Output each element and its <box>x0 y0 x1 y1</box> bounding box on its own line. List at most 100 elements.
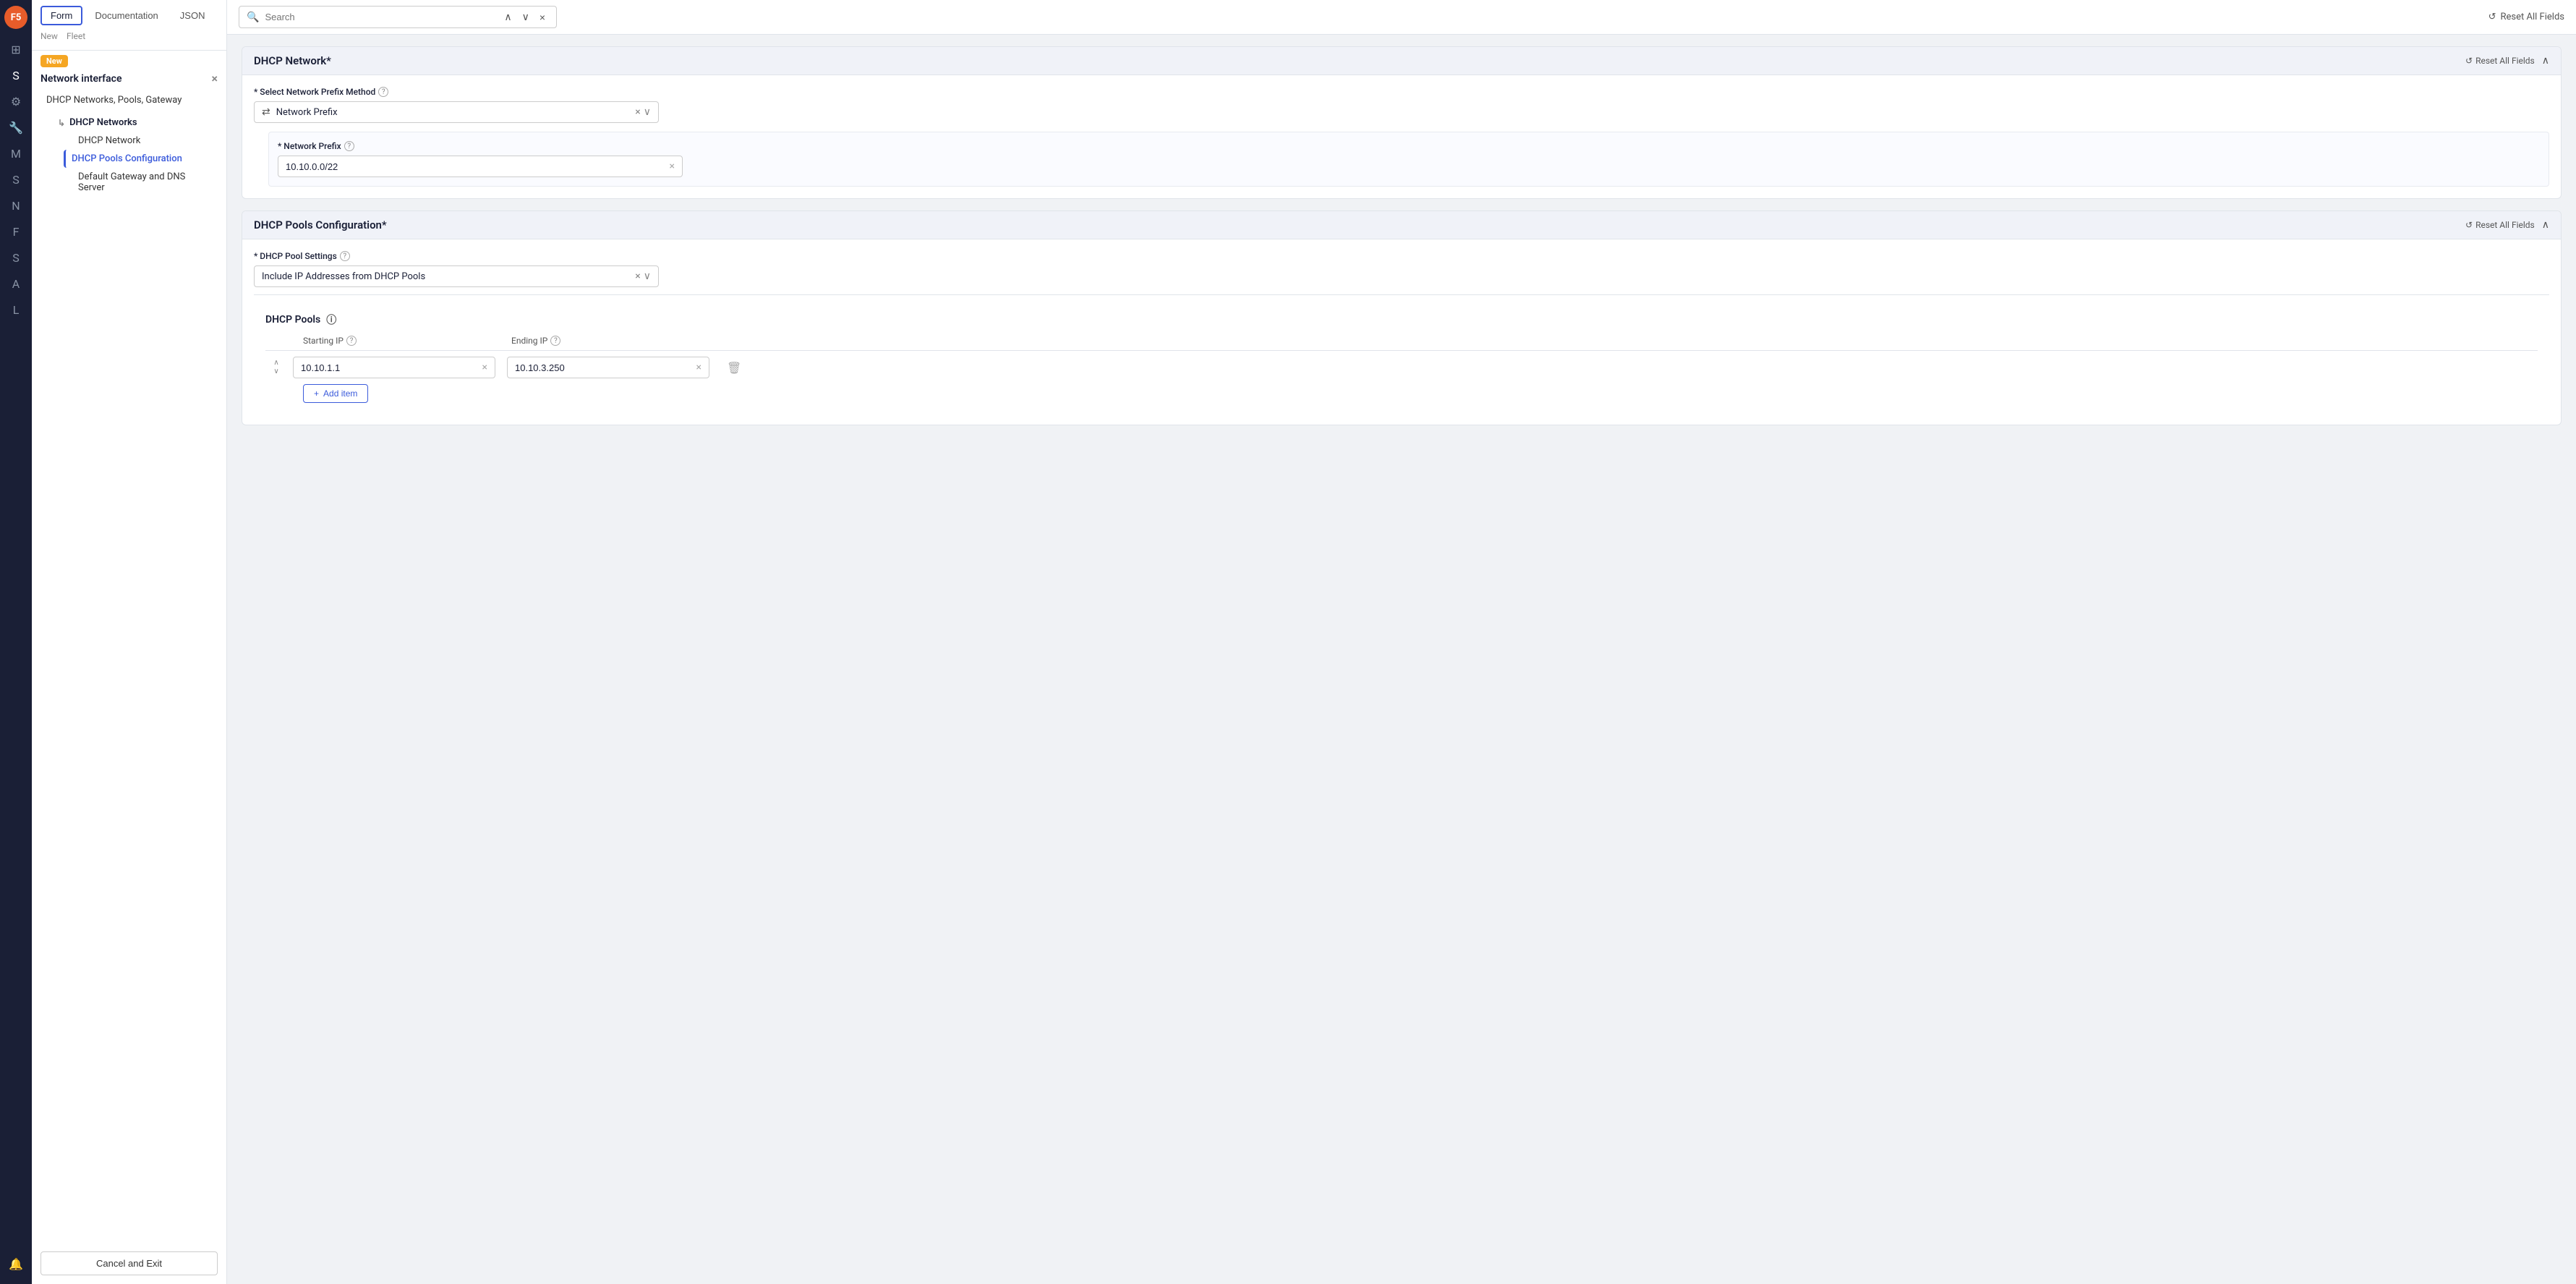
network-prefix-input[interactable]: × <box>278 156 683 177</box>
add-item-button[interactable]: + Add item <box>303 384 368 403</box>
nav-icon-settings[interactable]: ⚙ <box>4 90 27 113</box>
starting-ip-field[interactable] <box>301 362 482 373</box>
ending-ip-col-header: Ending IP ? <box>511 336 714 346</box>
dhcp-pool-settings-help-icon[interactable]: ? <box>340 251 350 261</box>
nav-icon-a[interactable]: A <box>4 272 27 295</box>
dhcp-pools-reset-button[interactable]: ↺ Reset All Fields <box>2465 220 2535 230</box>
reset-icon: ↺ <box>2488 12 2496 22</box>
nav-item-dhcp-networks-header[interactable]: ↳ DHCP Networks <box>52 114 218 132</box>
nav-item-dhcp-networks-pools[interactable]: DHCP Networks, Pools, Gateway <box>40 91 218 109</box>
dhcp-network-card-header: DHCP Network* ↺ Reset All Fields ∧ <box>242 47 2561 75</box>
nav-icon-l[interactable]: L <box>4 298 27 321</box>
arrow-icon: ↳ <box>58 118 65 128</box>
clear-pool-settings-button[interactable]: × <box>635 271 640 282</box>
clear-ending-ip-button[interactable]: × <box>696 362 701 373</box>
pools-section: DHCP Pools ⓘ Starting IP ? Ending IP ? <box>254 302 2549 413</box>
search-icon: 🔍 <box>247 12 259 23</box>
pools-help-icon[interactable]: ⓘ <box>326 313 336 327</box>
scroll-area: DHCP Network* ↺ Reset All Fields ∧ * Sel… <box>227 35 2576 1284</box>
nav-item-dhcp-pools-config[interactable]: DHCP Pools Configuration <box>64 150 218 168</box>
table-row: ∧ ∨ × × 🗑 <box>265 357 2538 378</box>
nav-icon-s[interactable]: S <box>4 64 27 87</box>
row-arrows: ∧ ∨ <box>265 359 287 376</box>
reset-icon-card2: ↺ <box>2465 220 2473 230</box>
panel-title: Network interface × <box>40 72 218 85</box>
clear-starting-ip-button[interactable]: × <box>482 362 487 373</box>
nav-sub-items: DHCP Network DHCP Pools Configuration De… <box>52 132 218 197</box>
select-network-prefix-label: * Select Network Prefix Method ? <box>254 87 2549 97</box>
grid-icon[interactable]: ⊞ <box>4 38 27 61</box>
tab-row: Form Documentation JSON <box>40 6 218 25</box>
dhcp-network-card: DHCP Network* ↺ Reset All Fields ∧ * Sel… <box>242 46 2562 199</box>
nav-icon-n[interactable]: N <box>4 194 27 217</box>
search-up-button[interactable]: ∧ <box>500 9 515 25</box>
nav-icon-bell[interactable]: 🔔 <box>4 1252 27 1275</box>
close-panel-button[interactable]: × <box>212 72 218 85</box>
divider <box>254 294 2549 295</box>
nav-icon-f[interactable]: F <box>4 220 27 243</box>
ending-ip-help-icon[interactable]: ? <box>550 336 560 346</box>
reset-all-fields-top[interactable]: ↺ Reset All Fields <box>2488 12 2564 22</box>
nav-section: New Network interface × DHCP Networks, P… <box>32 51 226 201</box>
starting-ip-input[interactable]: × <box>293 357 495 378</box>
left-panel: Form Documentation JSON New Fleet New Ne… <box>32 0 227 1284</box>
network-prefix-method-controls: × ∨ <box>635 106 651 118</box>
row-down-arrow[interactable]: ∨ <box>273 367 278 376</box>
dhcp-pools-config-title: DHCP Pools Configuration* <box>254 218 387 231</box>
network-prefix-method-select[interactable]: ⇄ Network Prefix × ∨ <box>254 101 659 123</box>
dhcp-pools-header-right: ↺ Reset All Fields ∧ <box>2465 219 2549 231</box>
new-badge: New <box>40 55 68 67</box>
dhcp-network-header-right: ↺ Reset All Fields ∧ <box>2465 55 2549 67</box>
dhcp-pools-card-body: * DHCP Pool Settings ? Include IP Addres… <box>242 239 2561 425</box>
expand-method-button[interactable]: ∨ <box>644 106 651 118</box>
ending-ip-input[interactable]: × <box>507 357 709 378</box>
search-input[interactable] <box>265 12 495 22</box>
delete-row-button[interactable]: 🗑 <box>727 361 741 375</box>
dhcp-pool-settings-select[interactable]: Include IP Addresses from DHCP Pools × ∨ <box>254 265 659 287</box>
nav-icon-s2[interactable]: S <box>4 168 27 191</box>
select-method-help-icon[interactable]: ? <box>378 87 388 97</box>
nav-item-default-gateway[interactable]: Default Gateway and DNS Server <box>64 168 218 197</box>
dhcp-pool-settings-controls: × ∨ <box>635 271 651 282</box>
dhcp-network-card-body: * Select Network Prefix Method ? ⇄ Netwo… <box>242 75 2561 198</box>
add-item-icon: + <box>314 388 319 399</box>
nav-icon-m[interactable]: M <box>4 142 27 165</box>
dhcp-pools-card-header: DHCP Pools Configuration* ↺ Reset All Fi… <box>242 211 2561 239</box>
dhcp-pool-settings-value: Include IP Addresses from DHCP Pools <box>262 271 635 282</box>
dhcp-network-collapse-button[interactable]: ∧ <box>2542 55 2549 67</box>
main-content: 🔍 ∧ ∨ × ↺ Reset All Fields DHCP Network*… <box>227 0 2576 1284</box>
pools-table-header: Starting IP ? Ending IP ? <box>265 336 2538 351</box>
row-up-arrow[interactable]: ∧ <box>273 359 278 367</box>
dhcp-pool-settings-label: * DHCP Pool Settings ? <box>254 251 2549 261</box>
expand-pool-settings-button[interactable]: ∨ <box>644 271 651 282</box>
search-close-button[interactable]: × <box>536 10 549 25</box>
tab-json[interactable]: JSON <box>171 7 215 25</box>
network-prefix-sub-section: * Network Prefix ? × <box>268 132 2549 187</box>
search-bar[interactable]: 🔍 ∧ ∨ × <box>239 6 557 28</box>
starting-ip-help-icon[interactable]: ? <box>346 336 357 346</box>
dhcp-network-reset-button[interactable]: ↺ Reset All Fields <box>2465 56 2535 66</box>
network-prefix-method-value: ⇄ Network Prefix <box>262 106 635 118</box>
search-nav: ∧ ∨ × <box>500 9 549 25</box>
nav-indent-dhcp: ↳ DHCP Networks DHCP Network DHCP Pools … <box>40 114 218 197</box>
clear-network-prefix-button[interactable]: × <box>670 161 675 172</box>
top-bar: 🔍 ∧ ∨ × ↺ Reset All Fields <box>227 0 2576 35</box>
dhcp-pools-collapse-button[interactable]: ∧ <box>2542 219 2549 231</box>
network-prefix-field-label: * Network Prefix ? <box>278 141 2540 151</box>
search-down-button[interactable]: ∨ <box>519 9 533 25</box>
network-prefix-text-field[interactable] <box>286 161 670 172</box>
left-panel-top: Form Documentation JSON New Fleet <box>32 0 226 51</box>
breadcrumb-new: New <box>40 31 58 41</box>
network-prefix-help-icon[interactable]: ? <box>344 141 354 151</box>
nav-item-dhcp-network[interactable]: DHCP Network <box>64 132 218 150</box>
cancel-exit-button[interactable]: Cancel and Exit <box>40 1251 218 1275</box>
clear-method-button[interactable]: × <box>635 106 640 118</box>
nav-icon-wrench[interactable]: 🔧 <box>4 116 27 139</box>
tab-documentation[interactable]: Documentation <box>85 7 167 25</box>
tab-form[interactable]: Form <box>40 6 82 25</box>
ending-ip-field[interactable] <box>515 362 696 373</box>
app-logo: F5 <box>4 6 27 29</box>
dhcp-pools-config-card: DHCP Pools Configuration* ↺ Reset All Fi… <box>242 211 2562 425</box>
starting-ip-col-header: Starting IP ? <box>303 336 506 346</box>
nav-icon-s3[interactable]: S <box>4 246 27 269</box>
